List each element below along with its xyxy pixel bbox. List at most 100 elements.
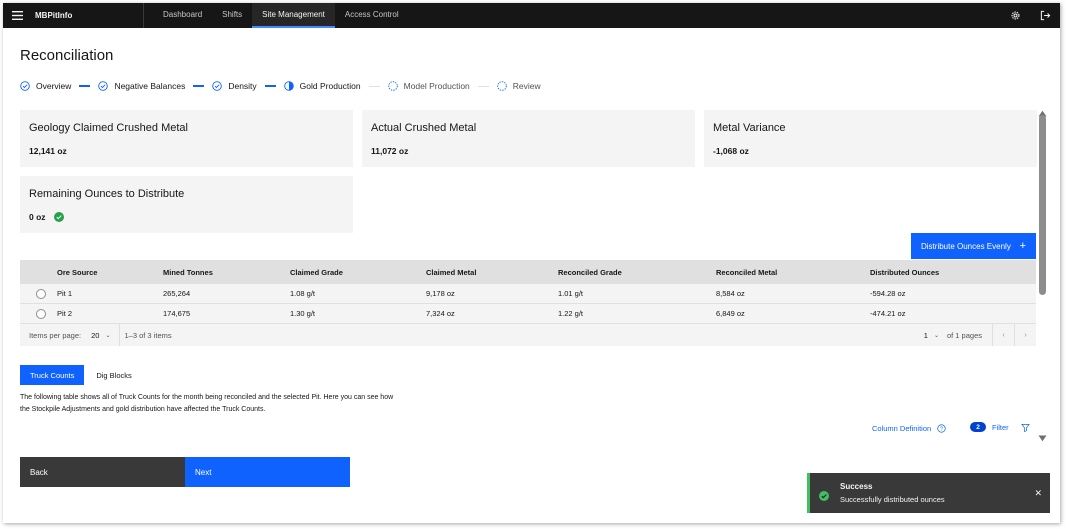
page-number: 1	[923, 330, 928, 340]
chevron-down-icon: ⌄	[933, 332, 939, 339]
top-navigation-bar: MBPitInfo Dashboard Shifts Site Manageme…	[3, 3, 1060, 28]
tab-description: The following table shows all of Truck C…	[20, 394, 394, 413]
column-header[interactable]: Ore Source	[57, 268, 163, 277]
table-cell: 8,584 oz	[716, 289, 745, 298]
step-gold-production[interactable]: Gold Production	[283, 81, 361, 91]
table-cell: 1.01 g/t	[558, 289, 584, 298]
table-pagination: Items per page: 20 ⌄ 1–3 of 3 items 1 ⌄ …	[20, 324, 1036, 346]
step-review[interactable]: Review	[497, 81, 541, 91]
tile-value: 11,072 oz	[371, 146, 409, 156]
items-per-page-label: Items per page:	[29, 330, 82, 340]
table-cell: 9,178 oz	[426, 289, 455, 298]
toast-subtitle: Successfully distributed ounces	[840, 495, 945, 504]
content-tabs: Truck Counts Dig Blocks	[20, 365, 142, 385]
step-connector	[368, 85, 380, 87]
step-density[interactable]: Density	[212, 81, 257, 91]
checkmark-outline-icon	[98, 81, 109, 91]
tab-dig-blocks[interactable]: Dig Blocks	[84, 365, 141, 385]
filter-count-badge: 2	[970, 422, 986, 432]
pager-divider	[118, 324, 120, 346]
total-pages: of 1 pages	[946, 330, 982, 340]
row-radio-button[interactable]	[35, 288, 46, 299]
scroll-down-icon[interactable]	[1038, 429, 1047, 447]
nav-item-shifts[interactable]: Shifts	[212, 3, 252, 28]
column-header[interactable]: Claimed Metal	[426, 268, 558, 277]
settings-icon[interactable]	[1000, 3, 1030, 28]
step-connector	[477, 85, 489, 87]
column-definition-link[interactable]: Column Definition ?	[872, 424, 946, 433]
next-page-icon[interactable]: ›	[1014, 324, 1036, 346]
table-cell: Pit 2	[57, 309, 73, 318]
step-negative-balances[interactable]: Negative Balances	[98, 81, 185, 91]
tile-actual-crushed: Actual Crushed Metal 11,072 oz	[362, 110, 695, 167]
in-progress-icon	[283, 81, 294, 91]
table-header: Ore Source Mined Tonnes Claimed Grade Cl…	[20, 260, 1036, 284]
step-label: Overview	[36, 81, 72, 91]
step-label: Review	[512, 81, 541, 91]
table-cell: 1.08 g/t	[290, 289, 316, 298]
step-label: Model Production	[403, 81, 470, 91]
row-select-cell	[20, 308, 57, 319]
filter-icon	[1020, 423, 1030, 432]
success-toast-notification: Success Successfully distributed ounces …	[807, 473, 1050, 513]
step-label: Gold Production	[299, 81, 361, 91]
menu-icon[interactable]	[5, 3, 29, 28]
step-connector	[193, 85, 205, 87]
nav-item-dashboard[interactable]: Dashboard	[153, 3, 212, 28]
chevron-down-icon: ⌄	[105, 332, 111, 339]
tile-title: Actual Crushed Metal	[371, 122, 477, 134]
add-icon: +	[1019, 240, 1026, 252]
tile-title: Metal Variance	[713, 122, 786, 134]
logout-icon[interactable]	[1030, 3, 1060, 28]
table-row[interactable]: Pit 1 265,264 1.08 g/t 9,178 oz 1.01 g/t…	[20, 284, 1036, 304]
step-model-production[interactable]: Model Production	[387, 81, 470, 91]
row-radio-button[interactable]	[35, 308, 46, 319]
column-header[interactable]: Claimed Grade	[290, 268, 426, 277]
help-icon: ?	[937, 424, 946, 433]
nav-divider	[143, 3, 144, 28]
checkmark-filled-icon	[819, 488, 829, 506]
step-connector	[264, 85, 276, 87]
table-cell: -474.21 oz	[870, 309, 906, 318]
table-cell: 6,849 oz	[716, 309, 745, 318]
column-header[interactable]: Reconciled Metal	[716, 268, 870, 277]
nav-item-site-management[interactable]: Site Management	[252, 3, 335, 28]
previous-page-icon[interactable]: ‹	[992, 324, 1014, 346]
tile-title: Remaining Ounces to Distribute	[29, 188, 185, 200]
nav-item-access-control[interactable]: Access Control	[335, 3, 409, 28]
tile-metal-variance: Metal Variance -1,068 oz	[704, 110, 1037, 167]
table-cell: 7,324 oz	[426, 309, 455, 318]
table-cell: 265,264	[163, 289, 191, 298]
items-per-page-value: 20	[91, 330, 100, 340]
filter-label: Filter	[992, 422, 1009, 432]
table-cell: -594.28 oz	[870, 289, 906, 298]
back-button[interactable]: Back	[20, 457, 185, 487]
column-definition-label: Column Definition	[872, 424, 932, 433]
filter-button[interactable]: 2 Filter	[970, 422, 1030, 432]
button-label: Distribute Ounces Evenly	[921, 241, 1011, 251]
column-header[interactable]: Reconciled Grade	[558, 268, 716, 277]
checkmark-outline-icon	[212, 81, 223, 91]
step-overview[interactable]: Overview	[20, 81, 71, 91]
step-label: Negative Balances	[114, 81, 186, 91]
table-row[interactable]: Pit 2 174,675 1.30 g/t 7,324 oz 1.22 g/t…	[20, 304, 1036, 324]
app-window: MBPitInfo Dashboard Shifts Site Manageme…	[3, 3, 1060, 523]
vertical-scrollbar[interactable]	[1039, 115, 1046, 295]
checkmark-filled-icon	[53, 212, 64, 222]
page-select[interactable]: 1 ⌄	[924, 331, 939, 340]
tile-value: 0 oz	[29, 212, 46, 222]
distribute-ounces-button[interactable]: Distribute Ounces Evenly +	[911, 233, 1036, 259]
tile-value-row: 0 oz	[29, 212, 64, 222]
svg-text:?: ?	[940, 426, 943, 432]
items-per-page-select[interactable]: 20 ⌄	[91, 331, 110, 340]
next-button[interactable]: Next	[185, 457, 350, 487]
brand-name[interactable]: MBPitInfo	[35, 11, 143, 20]
progress-indicator: Overview Negative Balances Density Gold …	[20, 81, 541, 91]
table-cell: Pit 1	[57, 289, 73, 298]
tab-truck-counts[interactable]: Truck Counts	[20, 365, 85, 385]
toast-title: Success	[840, 482, 873, 491]
column-header[interactable]: Distributed Ounces	[870, 268, 1036, 277]
column-header[interactable]: Mined Tonnes	[163, 268, 290, 277]
tile-geology-claimed: Geology Claimed Crushed Metal 12,141 oz	[20, 110, 353, 167]
close-icon[interactable]: ✕	[1034, 488, 1042, 499]
